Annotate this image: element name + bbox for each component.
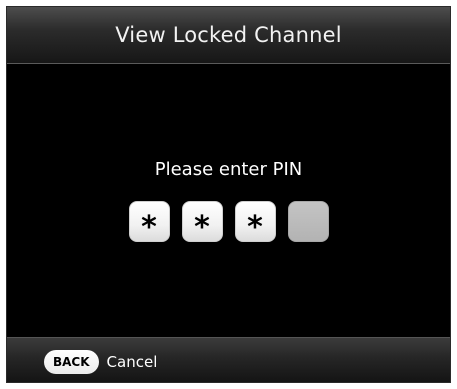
back-button[interactable]: BACK — [44, 350, 99, 374]
pin-digit-2-mask: * — [194, 209, 210, 245]
pin-digit-3[interactable]: * — [234, 201, 276, 245]
pin-digit-1-mask: * — [141, 209, 157, 245]
pin-digit-3-mask: * — [247, 209, 263, 245]
pin-digit-1[interactable]: * — [128, 201, 170, 245]
cancel-label: Cancel — [106, 353, 158, 371]
dialog-title: View Locked Channel — [115, 23, 342, 47]
pin-digit-4[interactable] — [287, 201, 329, 242]
dialog-footer: BACK Cancel — [7, 337, 450, 382]
pin-digit-2[interactable]: * — [181, 201, 223, 245]
pin-prompt: Please enter PIN — [154, 159, 303, 180]
pin-entry[interactable]: * * * — [7, 201, 450, 242]
dialog-header: View Locked Channel — [7, 7, 450, 64]
locked-channel-dialog: View Locked Channel Please enter PIN * *… — [6, 6, 451, 383]
